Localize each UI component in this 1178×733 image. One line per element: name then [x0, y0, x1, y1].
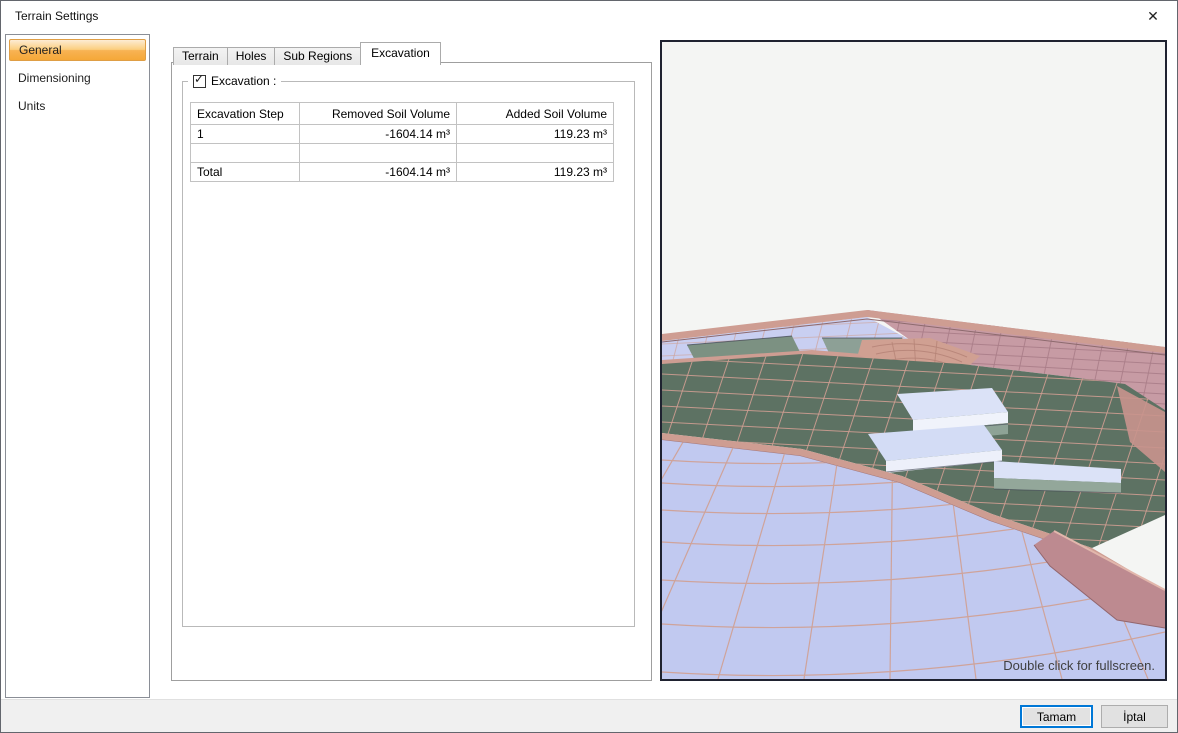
terrain-preview-panel[interactable]: Double click for fullscreen.: [660, 40, 1167, 681]
table-header-row: Excavation Step Removed Soil Volume Adde…: [191, 103, 614, 125]
check-icon: ✓: [194, 73, 204, 86]
ok-button[interactable]: Tamam: [1020, 705, 1093, 728]
column-header-added-soil-volume[interactable]: Added Soil Volume: [457, 103, 614, 125]
table-cell: 119.23 m³: [457, 125, 614, 144]
sidebar-item-label: Dimensioning: [18, 71, 91, 85]
table-cell: [300, 144, 457, 163]
close-icon: ✕: [1147, 8, 1159, 25]
sidebar: General Dimensioning Units: [5, 34, 150, 698]
table-cell: Total: [191, 163, 300, 182]
checkbox-box: ✓: [193, 75, 206, 88]
fullscreen-hint: Double click for fullscreen.: [1003, 658, 1155, 673]
excavation-table: Excavation Step Removed Soil Volume Adde…: [190, 102, 614, 182]
tab-label: Excavation: [371, 46, 430, 60]
table-row[interactable]: [191, 144, 614, 163]
excavation-groupbox: ✓ Excavation : Excavation Step Removed S…: [182, 81, 635, 627]
column-header-excavation-step[interactable]: Excavation Step: [191, 103, 300, 125]
sidebar-item-units[interactable]: Units: [9, 95, 146, 117]
cancel-button[interactable]: İptal: [1101, 705, 1168, 728]
tab-holes[interactable]: Holes: [227, 47, 276, 65]
tab-strip: Terrain Holes Sub Regions Excavation: [173, 42, 440, 65]
excavation-checkbox[interactable]: ✓ Excavation :: [188, 74, 281, 88]
tab-excavation[interactable]: Excavation: [360, 42, 441, 65]
sidebar-item-label: General: [19, 43, 62, 57]
close-button[interactable]: ✕: [1135, 3, 1171, 29]
table-cell: [191, 144, 300, 163]
table-cell: [457, 144, 614, 163]
footer-bar: [1, 699, 1177, 733]
terrain-preview-rendering: [662, 42, 1165, 679]
table-cell: -1604.14 m³: [300, 125, 457, 144]
terrain-settings-dialog: Terrain Settings ✕ General Dimensioning …: [0, 0, 1178, 733]
tab-label: Terrain: [182, 49, 219, 63]
sidebar-item-label: Units: [18, 99, 45, 113]
tab-terrain[interactable]: Terrain: [173, 47, 228, 65]
tab-label: Holes: [236, 49, 267, 63]
tab-sub-regions[interactable]: Sub Regions: [274, 47, 361, 65]
table-cell: -1604.14 m³: [300, 163, 457, 182]
table-cell: 119.23 m³: [457, 163, 614, 182]
window-title: Terrain Settings: [15, 9, 98, 23]
tab-label: Sub Regions: [283, 49, 352, 63]
column-header-removed-soil-volume[interactable]: Removed Soil Volume: [300, 103, 457, 125]
sidebar-item-general[interactable]: General: [9, 39, 146, 61]
table-row-total[interactable]: Total -1604.14 m³ 119.23 m³: [191, 163, 614, 182]
excavation-checkbox-label: Excavation :: [211, 74, 276, 88]
title-bar: Terrain Settings ✕: [1, 1, 1177, 31]
excavation-tab-page: ✓ Excavation : Excavation Step Removed S…: [171, 62, 652, 681]
table-row[interactable]: 1 -1604.14 m³ 119.23 m³: [191, 125, 614, 144]
table-cell: 1: [191, 125, 300, 144]
sidebar-item-dimensioning[interactable]: Dimensioning: [9, 67, 146, 89]
